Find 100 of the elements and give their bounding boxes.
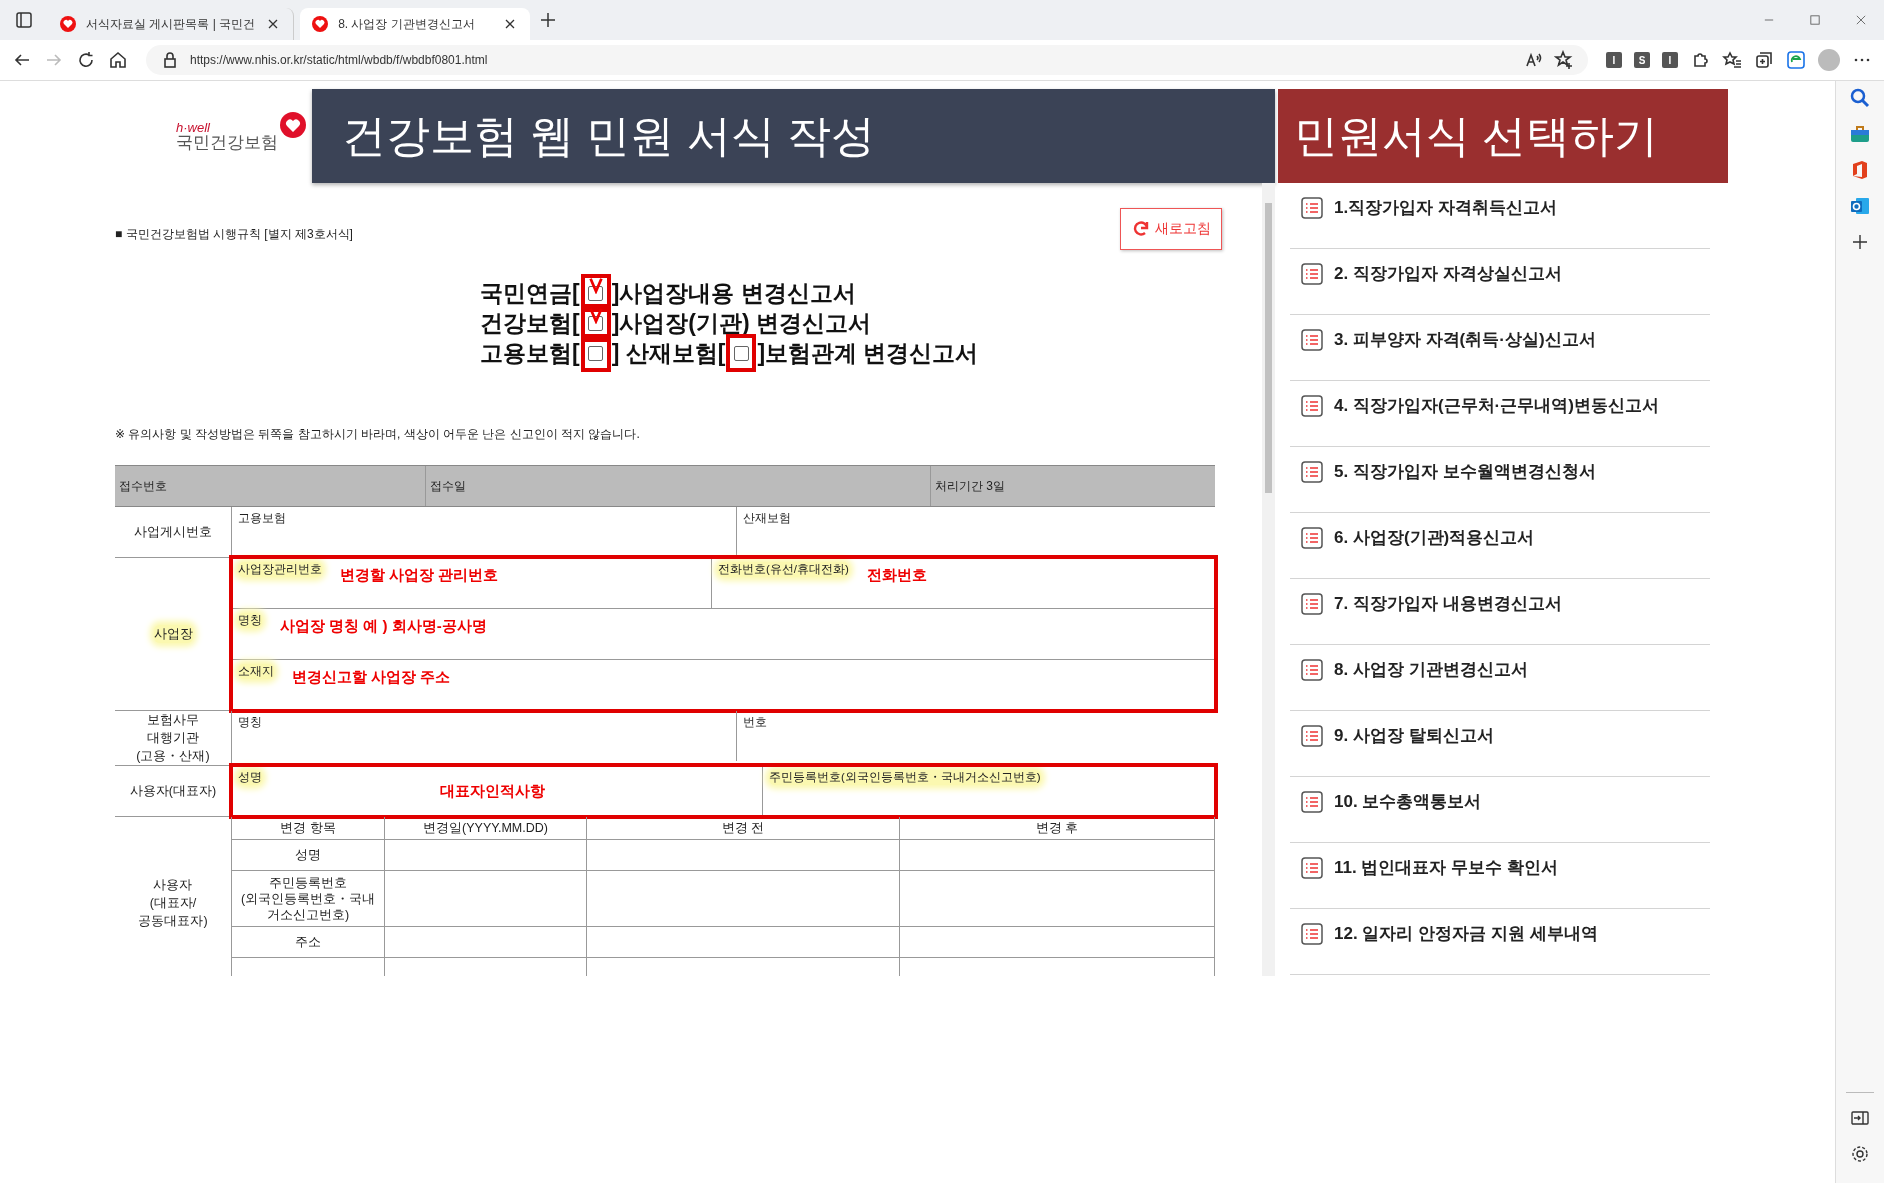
- browser-essentials-icon[interactable]: [1786, 50, 1806, 70]
- site-icon: [310, 14, 331, 34]
- extension-icon[interactable]: I: [1662, 52, 1678, 68]
- extension-icon[interactable]: S: [1634, 52, 1650, 68]
- field-label: 고용보험: [238, 511, 286, 526]
- table-cell[interactable]: [900, 871, 1215, 927]
- table-cell: 주민등록번호 (외국인등록번호・국내 거소신고번호): [240, 874, 376, 923]
- annotation-text: 사업장 명칭 예 ) 회사명-공사명: [280, 617, 487, 636]
- form-link[interactable]: 10. 보수총액통보서: [1334, 790, 1482, 813]
- form-title-text: ]보험관계 변경신고서: [757, 339, 979, 368]
- list-icon: [1300, 921, 1324, 946]
- row-label: 사업장: [153, 625, 193, 643]
- form-link[interactable]: 3. 피부양자 자격(취득·상실)신고서: [1334, 328, 1596, 351]
- regulation-text: ■ 국민건강보험법 시행규칙 [별지 제3호서식]: [115, 226, 353, 243]
- form-link[interactable]: 6. 사업장(기관)적용신고서: [1334, 526, 1535, 549]
- form-link[interactable]: 8. 사업장 기관변경신고서: [1334, 658, 1528, 681]
- reload-icon[interactable]: [76, 50, 96, 70]
- collections-icon[interactable]: [1754, 50, 1774, 70]
- favorites-icon[interactable]: [1722, 50, 1742, 70]
- form-title-text: 국민연금[: [480, 279, 580, 308]
- list-icon: [1300, 195, 1324, 220]
- table-cell-text: 처리기간 3일: [934, 478, 1006, 495]
- table-cell: 접수번호: [115, 466, 426, 506]
- heart-logo-icon: [278, 111, 308, 141]
- list-icon: [1300, 657, 1324, 682]
- form-link[interactable]: 4. 직장가입자(근무처·근무내역)변동신고서: [1334, 394, 1659, 417]
- table-cell[interactable]: [587, 840, 900, 871]
- form-title-text: 고용보험[: [480, 339, 580, 368]
- table-cell[interactable]: [385, 871, 587, 927]
- list-icon: [1300, 855, 1324, 880]
- form-link[interactable]: 11. 법인대표자 무보수 확인서: [1334, 856, 1558, 879]
- form-link[interactable]: 9. 사업장 탈퇴신고서: [1334, 724, 1494, 747]
- browser-tab[interactable]: 서식자료실 게시판목록 | 국민건: [48, 8, 295, 40]
- search-icon[interactable]: [1849, 87, 1871, 109]
- checkbox[interactable]: [588, 345, 604, 361]
- table-cell[interactable]: [900, 840, 1215, 871]
- form-link[interactable]: 1.직장가입자 자격취득신고서: [1334, 196, 1557, 219]
- field-label: 주민등록번호(외국인등록번호・국내거소신고번호): [769, 770, 1041, 785]
- panel-title: 민원서식 선택하기: [1278, 89, 1728, 183]
- field-label: 사업장관리번호: [238, 562, 322, 577]
- table-cell[interactable]: [587, 927, 900, 958]
- column-header: 변경일(YYYY.MM.DD): [423, 820, 548, 836]
- form-title-text: ]사업장내용 변경신고서: [611, 279, 856, 308]
- field-label: 산재보험: [743, 511, 791, 526]
- scrollbar-thumb[interactable]: [1265, 203, 1272, 493]
- briefcase-icon[interactable]: [1849, 123, 1871, 145]
- form-title-text: ] 산재보험[: [611, 339, 726, 368]
- field-label: 번호: [743, 715, 767, 730]
- check-mark-icon: [586, 276, 605, 294]
- page-title: 건강보험 웹 민원 서식 작성: [312, 89, 1275, 183]
- table-cell: 주소: [295, 934, 321, 950]
- refresh-button[interactable]: 새로고침: [1120, 208, 1222, 250]
- form-title-text: ]사업장(기관) 변경신고서: [611, 309, 872, 338]
- home-icon[interactable]: [108, 50, 128, 70]
- row-label: 사용자(대표자): [129, 783, 217, 800]
- field-label: 성명: [238, 770, 262, 785]
- form-link[interactable]: 2. 직장가입자 자격상실신고서: [1334, 262, 1562, 285]
- logo-name: 국민건강보험: [176, 134, 278, 151]
- column-header: 변경 항목: [280, 820, 336, 836]
- browser-tab[interactable]: 8. 사업장 기관변경신고서: [300, 8, 531, 40]
- form-link[interactable]: 7. 직장가입자 내용변경신고서: [1334, 592, 1562, 615]
- list-icon: [1300, 789, 1324, 814]
- list-icon: [1300, 525, 1324, 550]
- address-bar[interactable]: https://www.nhis.or.kr/static/html/wbdb/f/wbdbf0801.html: [146, 45, 1588, 75]
- table-cell: 접수일: [426, 466, 931, 506]
- settings-icon[interactable]: [1849, 1143, 1871, 1165]
- row-label: 보험사무 대행기관 (고용・산재): [136, 712, 210, 765]
- list-icon: [1300, 327, 1324, 352]
- checkbox[interactable]: [733, 345, 749, 361]
- table-cell[interactable]: [587, 871, 900, 927]
- table-cell: 성명: [295, 847, 321, 863]
- refresh-icon: [1131, 219, 1151, 239]
- instruction-note: ※ 유의사항 및 작성방법은 뒤쪽을 참고하시기 바라며, 색상이 어두운 난은 신고인이 적지 않습니다.: [115, 426, 641, 443]
- scrollbar[interactable]: [1262, 183, 1275, 976]
- table-cell[interactable]: [900, 927, 1215, 958]
- annotation-text: 변경신고할 사업장 주소: [292, 668, 451, 687]
- field-label: 명칭: [238, 715, 262, 730]
- favorite-add-icon[interactable]: [1554, 50, 1574, 70]
- extension-icon[interactable]: I: [1606, 52, 1622, 68]
- annotation-text: 대표자인적사항: [440, 782, 545, 801]
- form-title-text: 건강보험[: [480, 309, 580, 338]
- form-link[interactable]: 5. 직장가입자 보수월액변경신청서: [1334, 460, 1596, 483]
- list-icon: [1300, 723, 1324, 748]
- list-icon: [1300, 261, 1324, 286]
- form-link[interactable]: 12. 일자리 안정자금 지원 세부내역: [1334, 922, 1598, 945]
- mail-icon[interactable]: [1849, 195, 1871, 217]
- table-cell[interactable]: [385, 927, 587, 958]
- row-label: 사업게시번호: [134, 524, 212, 541]
- logo-tagline: h·well: [176, 121, 211, 134]
- row-label: 사용자 (대표자/ 공동대표자): [138, 877, 208, 930]
- field-label: 전화번호(유선/휴대전화): [718, 562, 849, 577]
- annotation-text: 전화번호: [866, 566, 927, 585]
- column-header: 변경 전: [721, 820, 765, 836]
- check-mark-icon: [586, 306, 605, 324]
- annotation-text: 변경할 사업장 관리번호: [340, 566, 499, 585]
- column-header: 변경 후: [1035, 820, 1079, 836]
- site-icon: [58, 14, 78, 34]
- list-icon: [1300, 591, 1324, 616]
- table-cell[interactable]: [385, 840, 587, 871]
- field-label: 소재지: [238, 664, 274, 679]
